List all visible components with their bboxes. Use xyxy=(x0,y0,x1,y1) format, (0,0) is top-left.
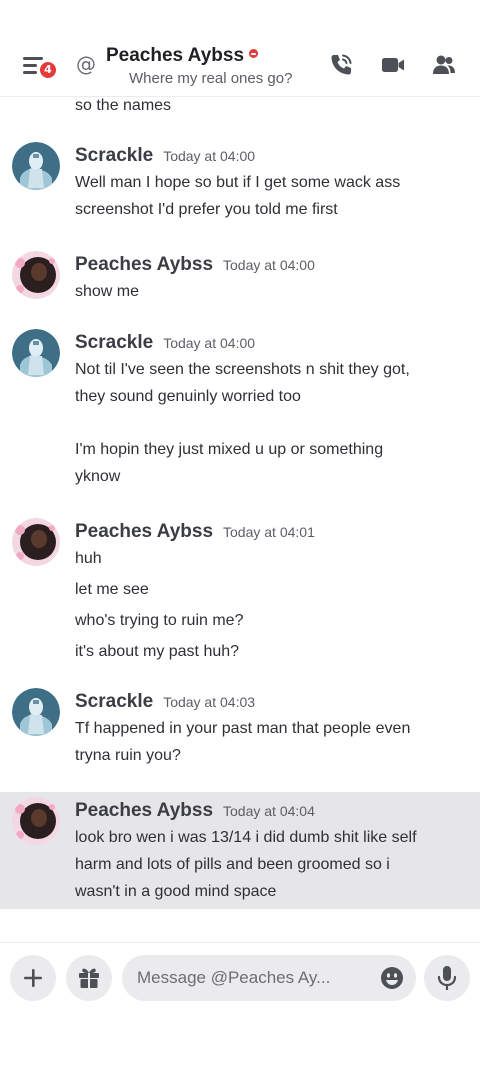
peaches-avatar-image xyxy=(12,251,60,299)
message-text: so the names xyxy=(75,97,172,114)
at-icon: @ xyxy=(76,52,96,76)
gift-button[interactable] xyxy=(66,955,112,1001)
do-not-disturb-status-icon xyxy=(249,49,259,58)
video-camera-icon[interactable] xyxy=(380,52,406,78)
message-timestamp: Today at 04:00 xyxy=(163,148,256,164)
message-timestamp: Today at 04:00 xyxy=(163,335,256,351)
peaches-avatar-image xyxy=(12,518,60,566)
avatar[interactable] xyxy=(12,142,60,190)
author-name: Scrackle xyxy=(75,691,154,712)
author-name: Peaches Aybss xyxy=(75,800,214,821)
author-name: Scrackle xyxy=(75,145,154,166)
message-text: Tf happened in your past man that people… xyxy=(75,720,411,737)
message-text: wasn't in a good mind space xyxy=(75,883,277,900)
message-text: let me see xyxy=(75,581,149,598)
message-author[interactable]: Peaches Aybss Today at 04:00 xyxy=(75,254,315,276)
chat-header: 4 @ Peaches Aybss Where my real ones go? xyxy=(0,0,480,97)
avatar[interactable] xyxy=(12,518,60,566)
author-name: Scrackle xyxy=(75,332,154,353)
message-text: screenshot I'd prefer you told me first xyxy=(75,201,338,218)
message-author[interactable]: Peaches Aybss Today at 04:04 xyxy=(75,800,315,822)
emoji-icon[interactable] xyxy=(380,966,404,990)
message-text: look bro wen i was 13/14 i did dumb shit… xyxy=(75,829,417,846)
custom-status: Where my real ones go? xyxy=(129,70,293,87)
message-text: harm and lots of pills and been groomed … xyxy=(75,856,390,873)
message-author[interactable]: Scrackle Today at 04:00 xyxy=(75,332,255,354)
message-text: I'm hopin they just mixed u up or someth… xyxy=(75,441,384,458)
hamburger-line xyxy=(23,64,37,67)
message-timestamp: Today at 04:00 xyxy=(223,257,315,273)
message-composer: Message @Peaches Ay... xyxy=(0,942,480,1066)
message-text: Well man I hope so but if I get some wac… xyxy=(75,174,401,191)
scrackle-avatar-image xyxy=(12,142,60,190)
member-list-icon[interactable] xyxy=(431,52,457,78)
avatar[interactable] xyxy=(12,688,60,736)
message-timestamp: Today at 04:01 xyxy=(223,524,315,540)
menu-button[interactable]: 4 xyxy=(20,54,60,84)
hamburger-line xyxy=(23,71,37,74)
avatar[interactable] xyxy=(12,797,60,845)
message-author[interactable]: Scrackle Today at 04:03 xyxy=(75,691,255,713)
message-text: who's trying to ruin me? xyxy=(75,612,244,629)
message-text: Not til I've seen the screenshots n shit… xyxy=(75,361,410,378)
hamburger-menu-icon xyxy=(23,57,43,60)
add-attachment-button[interactable] xyxy=(10,955,56,1001)
microphone-icon xyxy=(437,966,457,990)
author-name: Peaches Aybss xyxy=(75,254,214,275)
avatar[interactable] xyxy=(12,251,60,299)
scrackle-avatar-image xyxy=(12,329,60,377)
message-text: tryna ruin you? xyxy=(75,747,181,764)
plus-icon xyxy=(24,969,42,987)
message-timestamp: Today at 04:04 xyxy=(223,803,315,819)
message-text: they sound genuinly worried too xyxy=(75,388,301,405)
message-author[interactable]: Peaches Aybss Today at 04:01 xyxy=(75,521,315,543)
message-text: show me xyxy=(75,283,140,300)
page-title: Peaches Aybss xyxy=(106,45,245,66)
author-name: Peaches Aybss xyxy=(75,521,214,542)
voice-message-button[interactable] xyxy=(424,955,470,1001)
scrackle-avatar-image xyxy=(12,688,60,736)
gift-icon xyxy=(79,968,99,988)
channel-title-block[interactable]: Peaches Aybss Where my real ones go? xyxy=(106,45,292,87)
message-list[interactable]: so the names Scrackle Today at 04:00 Well… xyxy=(0,97,480,927)
peaches-avatar-image xyxy=(12,797,60,845)
message-text: huh xyxy=(75,550,102,567)
phone-call-icon[interactable] xyxy=(328,52,354,78)
message-timestamp: Today at 04:03 xyxy=(163,694,256,710)
avatar[interactable] xyxy=(12,329,60,377)
message-input[interactable]: Message @Peaches Ay... xyxy=(122,955,416,1001)
message-text: yknow xyxy=(75,468,121,485)
message-text: it's about my past huh? xyxy=(75,643,240,660)
notification-badge: 4 xyxy=(38,60,58,80)
message-author[interactable]: Scrackle Today at 04:00 xyxy=(75,145,255,167)
message-input-placeholder: Message @Peaches Ay... xyxy=(137,968,331,987)
